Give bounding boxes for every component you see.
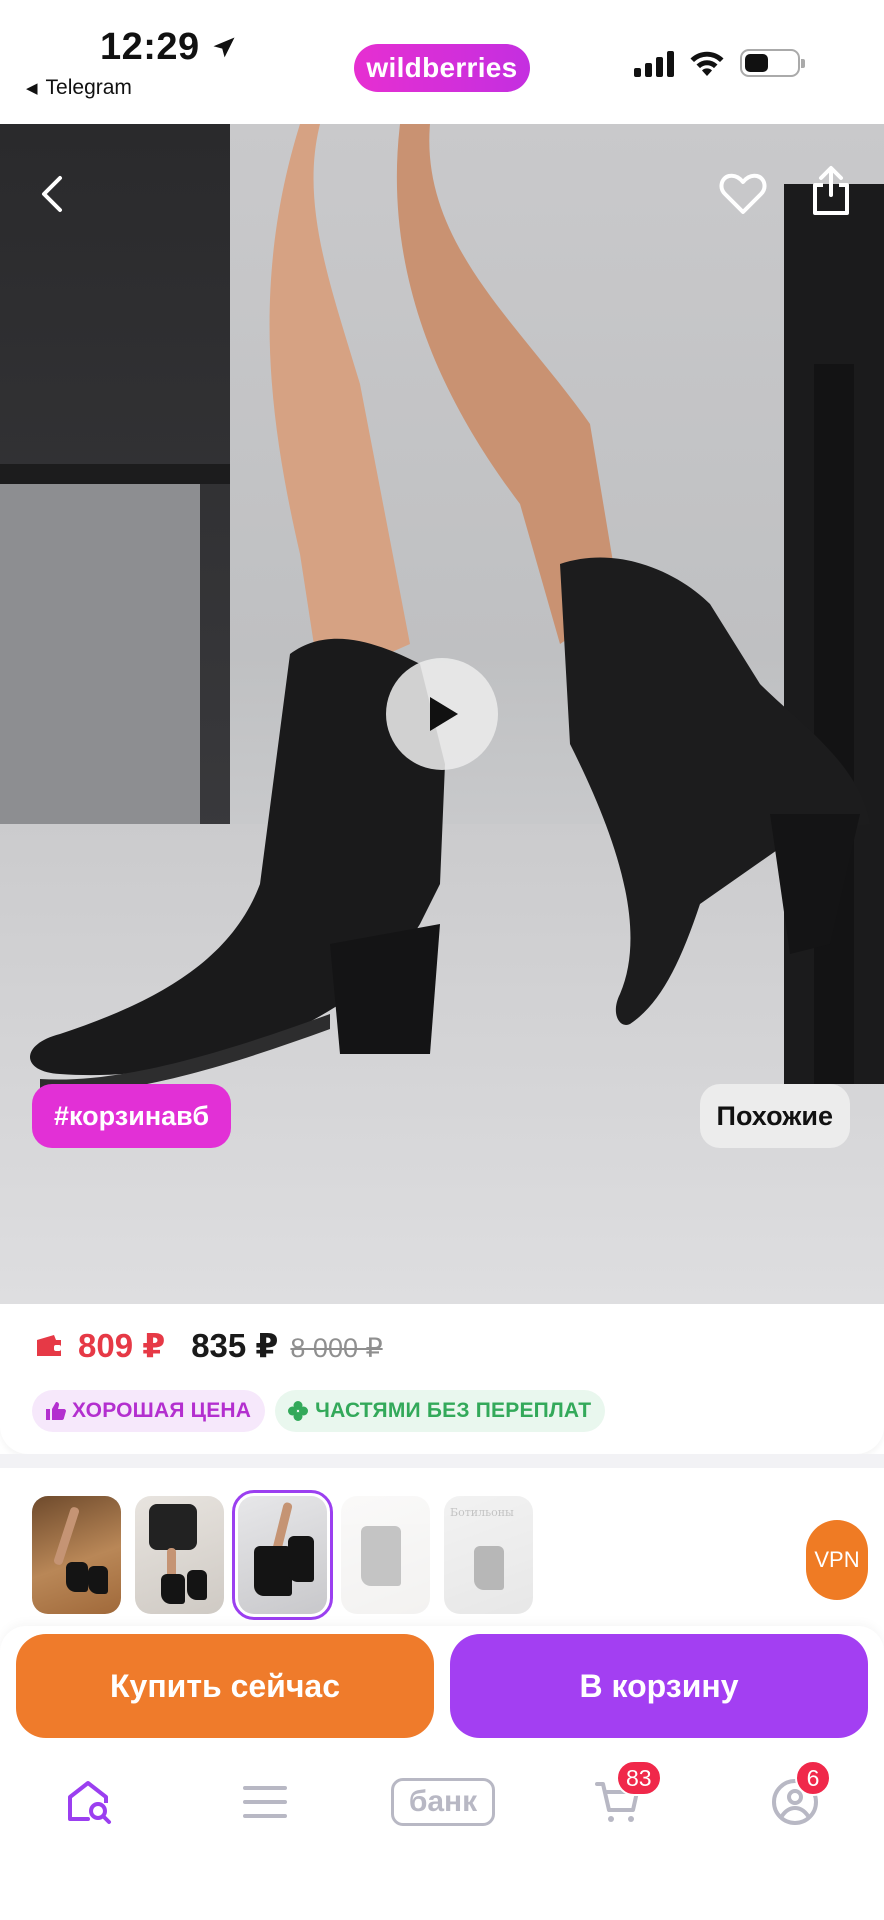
add-to-cart-button[interactable]: В корзину — [450, 1634, 868, 1738]
back-app-label: Telegram — [45, 76, 132, 99]
good-price-badge[interactable]: ХОРОШАЯ ЦЕНА — [32, 1390, 266, 1432]
badge-list: ХОРОШАЯ ЦЕНА ЧАСТЯМИ БЕЗ ПЕРЕПЛАТ — [32, 1390, 606, 1432]
installments-label: ЧАСТЯМИ БЕЗ ПЕРЕПЛАТ — [315, 1399, 592, 1422]
thumbs-up-icon — [46, 1402, 66, 1420]
status-bar: 12:29 ◀ Telegram wildberries — [0, 0, 884, 124]
good-price-label: ХОРОШАЯ ЦЕНА — [72, 1399, 252, 1422]
brand-logo: wildberries — [354, 44, 530, 92]
product-photo[interactable]: #корзинавб Похожие — [0, 124, 884, 1304]
bank-icon: банк — [391, 1778, 495, 1826]
favorite-button[interactable] — [716, 164, 770, 224]
cart-count-badge: 83 — [616, 1760, 662, 1796]
back-triangle-icon: ◀ — [26, 80, 38, 97]
installments-badge[interactable]: ЧАСТЯМИ БЕЗ ПЕРЕПЛАТ — [275, 1390, 606, 1432]
tab-profile[interactable]: 6 — [755, 1760, 835, 1834]
time-text: 12:29 — [100, 26, 200, 68]
system-icons — [634, 48, 805, 78]
similar-button[interactable]: Похожие — [699, 1084, 850, 1148]
chevron-left-icon — [42, 176, 62, 212]
menu-icon — [243, 1786, 287, 1818]
hashtag-chip[interactable]: #корзинавб — [32, 1084, 232, 1148]
cellular-signal-icon — [634, 49, 674, 77]
thumbnail-4[interactable] — [341, 1496, 430, 1614]
section-divider — [0, 1454, 884, 1468]
bottom-tab-bar: банк 83 6 — [0, 1742, 884, 1920]
share-icon — [813, 166, 849, 215]
tab-cart[interactable]: 83 — [578, 1760, 662, 1834]
location-arrow-icon — [213, 37, 235, 57]
vpn-button[interactable]: VPN — [806, 1520, 868, 1600]
home-search-icon — [68, 1781, 111, 1824]
play-video-button[interactable] — [386, 658, 498, 770]
tab-home[interactable] — [50, 1770, 130, 1834]
buy-now-button[interactable]: Купить сейчас — [16, 1634, 434, 1738]
price-card: 809 ₽ 835 ₽ 8 000 ₽ ХОРОШАЯ ЦЕНА ЧАСТЯМИ… — [0, 1304, 884, 1454]
back-to-app-link[interactable]: ◀ Telegram — [26, 76, 132, 100]
battery-icon — [740, 49, 805, 77]
heart-icon — [719, 173, 767, 214]
clover-icon — [288, 1401, 309, 1421]
thumbnail-gallery: Ботильоны — [0, 1468, 884, 1628]
action-bar: Купить сейчас В корзину — [0, 1626, 884, 1742]
thumbnail-5[interactable]: Ботильоны — [444, 1496, 533, 1614]
wallet-icon — [37, 1334, 61, 1356]
thumbnail-1[interactable] — [32, 1496, 121, 1614]
thumbnail-list: Ботильоны — [32, 1490, 533, 1620]
back-button[interactable] — [28, 164, 76, 224]
wifi-icon — [690, 51, 724, 76]
price-row: 809 ₽ 835 ₽ 8 000 ₽ — [34, 1326, 383, 1365]
old-price: 8 000 ₽ — [290, 1333, 383, 1363]
tab-bank[interactable]: банк — [388, 1770, 498, 1834]
tab-catalog[interactable] — [225, 1770, 305, 1834]
current-price: 835 ₽ — [191, 1327, 279, 1364]
thumbnail-2[interactable] — [135, 1496, 224, 1614]
thumbnail-5-caption: Ботильоны — [450, 1506, 514, 1519]
profile-count-badge: 6 — [795, 1760, 831, 1796]
play-icon — [430, 697, 458, 731]
clock: 12:29 — [100, 26, 238, 69]
share-button[interactable] — [804, 158, 858, 224]
wallet-price: 809 ₽ — [78, 1327, 166, 1364]
thumbnail-3[interactable] — [232, 1490, 333, 1620]
